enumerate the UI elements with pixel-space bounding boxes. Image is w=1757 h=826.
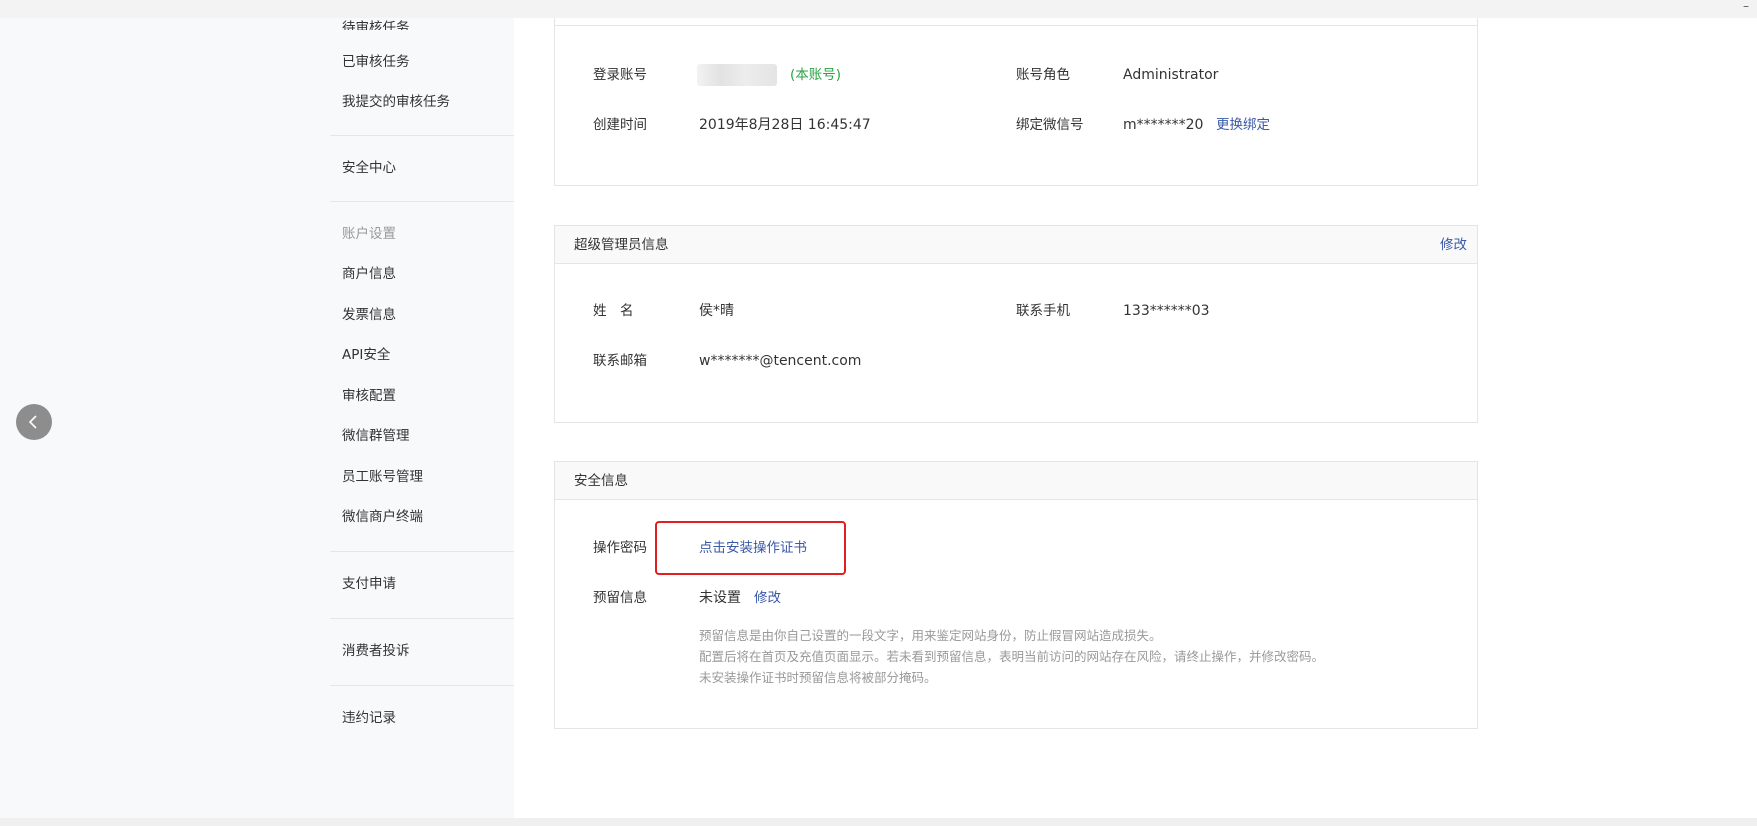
reserved-info-hint: 未安装操作证书时预留信息将被部分掩码。 bbox=[699, 670, 937, 685]
operation-password-label: 操作密码 bbox=[593, 540, 647, 556]
panel-header: 安全信息 bbox=[555, 462, 1477, 500]
sidebar-section-account-settings: 账户设置 bbox=[342, 226, 396, 242]
sidebar-item-pending-review[interactable]: 待审核任务 bbox=[342, 18, 410, 30]
window-bottom-bar bbox=[0, 818, 1757, 826]
sidebar-divider bbox=[330, 618, 514, 619]
sidebar-divider bbox=[330, 201, 514, 202]
chevron-left-icon bbox=[28, 415, 37, 429]
edit-reserved-info-link[interactable]: 修改 bbox=[754, 588, 781, 608]
sidebar-item-violation-records[interactable]: 违约记录 bbox=[342, 708, 396, 728]
reserved-info-label: 预留信息 bbox=[593, 590, 647, 606]
login-account-label: 登录账号 bbox=[593, 67, 647, 83]
sidebar-item-merchant-terminal[interactable]: 微信商户终端 bbox=[342, 507, 423, 527]
sidebar-divider bbox=[330, 685, 514, 686]
sidebar-item-review-config[interactable]: 审核配置 bbox=[342, 386, 396, 406]
panel-title: 超级管理员信息 bbox=[574, 237, 669, 253]
bound-wechat-value: m*******20 bbox=[1123, 117, 1204, 133]
account-role-value: Administrator bbox=[1123, 67, 1219, 83]
sidebar-divider bbox=[330, 551, 514, 552]
masked-account-id bbox=[697, 64, 777, 86]
name-value: 侯*晴 bbox=[699, 303, 734, 319]
sidebar-item-pay-apply[interactable]: 支付申请 bbox=[342, 574, 396, 594]
reserved-info-hint: 配置后将在首页及充值页面显示。若未看到预留信息，表明当前访问的网站存在风险，请终… bbox=[699, 649, 1325, 664]
change-binding-link[interactable]: 更换绑定 bbox=[1216, 115, 1270, 135]
email-label: 联系邮箱 bbox=[593, 353, 647, 369]
sidebar-item-invoice-info[interactable]: 发票信息 bbox=[342, 305, 396, 325]
bound-wechat-label: 绑定微信号 bbox=[1016, 117, 1084, 133]
panel-header-border bbox=[555, 25, 1477, 26]
phone-label: 联系手机 bbox=[1016, 303, 1070, 319]
sidebar: 待审核任务 已审核任务 我提交的审核任务 安全中心 账户设置 商户信息 发票信息… bbox=[0, 18, 514, 818]
window-top-bar: – bbox=[0, 0, 1757, 18]
created-time-value: 2019年8月28日 16:45:47 bbox=[699, 117, 871, 133]
edit-admin-link[interactable]: 修改 bbox=[1440, 236, 1467, 254]
super-admin-panel: 超级管理员信息 修改 姓 名 侯*晴 联系手机 133******03 联系邮箱… bbox=[554, 225, 1478, 423]
current-account-tag: (本账号) bbox=[790, 67, 842, 83]
reserved-info-hint: 预留信息是由你自己设置的一段文字，用来鉴定网站身份，防止假冒网站造成损失。 bbox=[699, 628, 1162, 643]
sidebar-item-security-center[interactable]: 安全中心 bbox=[342, 158, 396, 178]
install-certificate-link[interactable]: 点击安装操作证书 bbox=[699, 538, 807, 558]
account-info-panel: 登录账号 (本账号) 账号角色 Administrator 创建时间 2019年… bbox=[554, 18, 1478, 186]
minimize-icon[interactable]: – bbox=[1743, 0, 1749, 12]
reserved-info-value: 未设置 bbox=[699, 590, 741, 606]
collapse-sidebar-button[interactable] bbox=[16, 404, 52, 440]
sidebar-item-staff-accounts[interactable]: 员工账号管理 bbox=[342, 467, 423, 487]
security-info-panel: 安全信息 操作密码 点击安装操作证书 预留信息 未设置 修改 预留信息是由你自己… bbox=[554, 461, 1478, 729]
created-time-label: 创建时间 bbox=[593, 117, 647, 133]
email-value: w*******@tencent.com bbox=[699, 353, 862, 369]
sidebar-item-my-submitted[interactable]: 我提交的审核任务 bbox=[342, 92, 450, 112]
phone-value: 133******03 bbox=[1123, 303, 1210, 319]
sidebar-item-api-security[interactable]: API安全 bbox=[342, 345, 390, 365]
sidebar-divider bbox=[330, 135, 514, 136]
panel-header: 超级管理员信息 修改 bbox=[555, 226, 1477, 264]
sidebar-item-wechat-group[interactable]: 微信群管理 bbox=[342, 426, 410, 446]
panel-title: 安全信息 bbox=[574, 473, 628, 489]
name-label: 姓 名 bbox=[593, 303, 634, 319]
sidebar-item-merchant-info[interactable]: 商户信息 bbox=[342, 264, 396, 284]
sidebar-item-reviewed[interactable]: 已审核任务 bbox=[342, 52, 410, 72]
sidebar-item-consumer-complaints[interactable]: 消费者投诉 bbox=[342, 641, 410, 661]
account-role-label: 账号角色 bbox=[1016, 67, 1070, 83]
